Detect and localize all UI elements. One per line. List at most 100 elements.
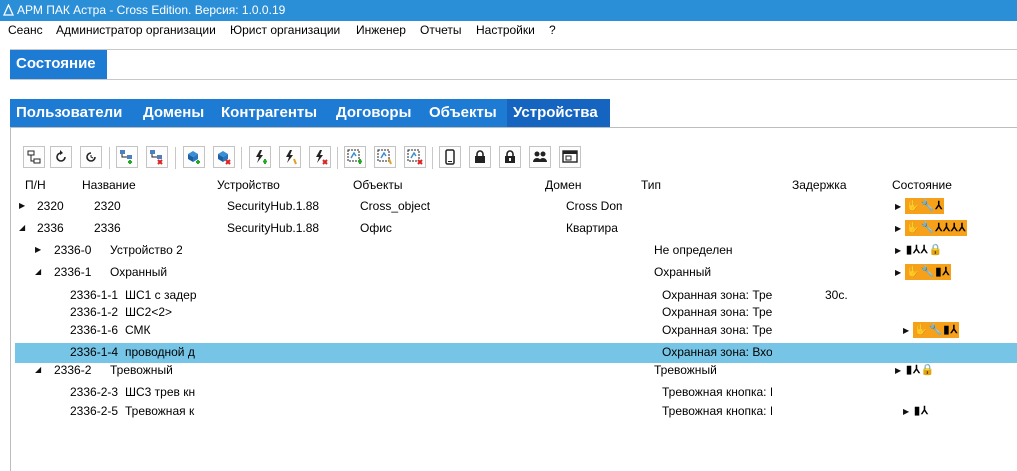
- table-row[interactable]: ◢ 2336-2 Тревожный Тревожный ▶ ▮ ⅄ 🔒: [15, 361, 1017, 381]
- remove-zone-icon[interactable]: [404, 146, 426, 168]
- menu-session[interactable]: Сеанс: [8, 23, 43, 37]
- tab-users[interactable]: Пользователи: [10, 99, 137, 127]
- state-indicators: ▶ ✋ 🔧 ▮ ⅄: [895, 264, 952, 280]
- expand-arrow-icon[interactable]: ▶: [895, 224, 903, 233]
- collapse-arrow-icon[interactable]: ◢: [35, 268, 43, 276]
- expand-arrow-icon[interactable]: ▶: [895, 268, 903, 277]
- expand-arrow-icon[interactable]: ▶: [895, 366, 903, 375]
- col-objects[interactable]: Объекты: [353, 178, 403, 192]
- table-row[interactable]: 2336-1-2 ШС2<2> Охранная зона: Тре: [15, 303, 1017, 323]
- edit-power-icon[interactable]: [279, 146, 301, 168]
- cell-pn: 2320: [37, 199, 64, 213]
- lock-icon: 🔒: [928, 244, 943, 256]
- timer-refresh-icon[interactable]: [80, 146, 102, 168]
- refresh-icon[interactable]: [50, 146, 72, 168]
- tab-devices[interactable]: Устройства: [507, 99, 610, 127]
- add-zone-icon[interactable]: [344, 146, 366, 168]
- cell-device: SecurityHub.1.88: [227, 199, 320, 213]
- menu-bar: Сеанс Администратор организации Юрист ор…: [0, 21, 1017, 40]
- users-icon[interactable]: [529, 146, 551, 168]
- network-icon: ⅄: [935, 200, 943, 212]
- table-row[interactable]: 2336-2-5 Тревожная к Тревожная кнопка: I…: [15, 402, 1017, 422]
- menu-org-admin[interactable]: Администратор организации: [56, 23, 216, 37]
- toolbar-separator: [241, 147, 242, 169]
- col-pn[interactable]: П/Н: [25, 178, 46, 192]
- device-tree-icon[interactable]: [23, 146, 45, 168]
- toolbar-separator: [109, 147, 110, 169]
- edit-zone-icon[interactable]: [374, 146, 396, 168]
- network-icon: ⅄: [920, 244, 928, 256]
- cell-type: Охранная зона: Тре: [662, 323, 772, 337]
- collapse-arrow-icon[interactable]: ◢: [35, 366, 43, 374]
- menu-settings[interactable]: Настройки: [476, 23, 535, 37]
- menu-reports[interactable]: Отчеты: [420, 23, 461, 37]
- remove-group-icon[interactable]: [146, 146, 168, 168]
- expand-arrow-icon[interactable]: ▶: [903, 407, 911, 416]
- menu-engineer[interactable]: Инженер: [356, 23, 406, 37]
- table-row-selected[interactable]: 2336-1-4 проводной д Охранная зона: Вхо: [15, 343, 1017, 363]
- cell-type: Охранный: [654, 265, 712, 279]
- cell-pn: 2336-1-1: [70, 288, 119, 302]
- menu-help[interactable]: ?: [549, 23, 556, 37]
- expand-arrow-icon[interactable]: ▶: [35, 246, 43, 254]
- remove-device-icon[interactable]: [213, 146, 235, 168]
- menu-org-lawyer[interactable]: Юрист организации: [230, 23, 340, 37]
- state-indicators: ▶ ✋ 🔧 ⅄: [895, 198, 945, 214]
- expand-arrow-icon[interactable]: ▶: [895, 246, 903, 255]
- col-delay[interactable]: Задержка: [792, 178, 847, 192]
- hand-icon: ✋: [906, 222, 920, 234]
- wrench-icon: 🔧: [920, 200, 935, 212]
- table-row[interactable]: ▶ 2320 2320 SecurityHub.1.88 Cross_objec…: [15, 197, 1017, 217]
- cell-pn: 2336-1-4: [70, 345, 119, 359]
- cell-name: СМК: [125, 323, 151, 337]
- col-device[interactable]: Устройство: [217, 178, 280, 192]
- tab-contractors[interactable]: Контрагенты: [215, 99, 330, 127]
- cell-name: Охранный: [110, 265, 168, 279]
- window-icon[interactable]: [559, 146, 581, 168]
- state-indicators: ▶ ▮ ⅄ 🔒: [895, 362, 937, 378]
- cell-pn: 2336: [37, 221, 64, 235]
- add-device-icon[interactable]: [183, 146, 205, 168]
- table-row[interactable]: ▶ 2336-0 Устройство 2 Не определен ▶ ▮ ⅄ ⅄ 🔒: [15, 241, 1017, 261]
- expand-arrow-icon[interactable]: ▶: [903, 326, 911, 335]
- table-row[interactable]: 2336-1-6 СМК Охранная зона: Тре ▶ ✋ 🔧 ▮ ⅄: [15, 321, 1017, 341]
- cell-pn: 2336-2-3: [70, 385, 119, 399]
- tab-state[interactable]: Состояние: [10, 50, 107, 79]
- cell-name: ШС1 с задер: [125, 288, 197, 302]
- tab-domains[interactable]: Домены: [137, 99, 215, 127]
- network-icon: ⅄: [958, 222, 966, 234]
- hand-icon: ✋: [906, 200, 920, 212]
- cell-type: Охранная зона: Тре: [662, 288, 772, 302]
- wrench-icon: 🔧: [920, 222, 935, 234]
- col-type[interactable]: Тип: [641, 178, 661, 192]
- add-power-icon[interactable]: [249, 146, 271, 168]
- hand-icon: ✋: [906, 266, 920, 278]
- col-domain[interactable]: Домен: [545, 178, 582, 192]
- cell-pn: 2336-1-6: [70, 323, 119, 337]
- col-state[interactable]: Состояние: [892, 178, 952, 192]
- tab-contracts[interactable]: Договоры: [330, 99, 423, 127]
- collapse-arrow-icon[interactable]: ◢: [19, 224, 27, 232]
- expand-arrow-icon[interactable]: ▶: [895, 202, 903, 211]
- cell-name: Устройство 2: [110, 243, 182, 257]
- main-tabs: Пользователи Домены Контрагенты Договоры…: [10, 99, 1017, 128]
- phone-icon[interactable]: [439, 146, 461, 168]
- col-name[interactable]: Название: [82, 178, 136, 192]
- lock-closed-icon[interactable]: [499, 146, 521, 168]
- expand-arrow-icon[interactable]: ▶: [19, 202, 27, 210]
- add-group-icon[interactable]: [116, 146, 138, 168]
- lock-icon[interactable]: [469, 146, 491, 168]
- battery-icon: ▮: [943, 324, 950, 336]
- network-icon: ⅄: [913, 244, 920, 256]
- tab-objects[interactable]: Объекты: [423, 99, 507, 127]
- title-bar: АРМ ПАК Астра - Cross Edition. Версия: 1…: [0, 0, 1017, 21]
- table-row[interactable]: ◢ 2336 2336 SecurityHub.1.88 Офис Кварти…: [15, 219, 1017, 239]
- window-title: АРМ ПАК Астра - Cross Edition. Версия: 1…: [17, 3, 286, 17]
- remove-power-icon[interactable]: [309, 146, 331, 168]
- state-indicators: ▶ ▮ ⅄: [903, 403, 930, 419]
- state-indicators: ▶ ✋ 🔧 ▮ ⅄: [903, 322, 960, 338]
- toolbar-separator: [337, 147, 338, 169]
- state-bar: Состояние: [10, 49, 1017, 80]
- table-row[interactable]: 2336-2-3 ШС3 трев кн Тревожная кнопка: I: [15, 383, 1017, 403]
- table-row[interactable]: ◢ 2336-1 Охранный Охранный ▶ ✋ 🔧 ▮ ⅄: [15, 263, 1017, 283]
